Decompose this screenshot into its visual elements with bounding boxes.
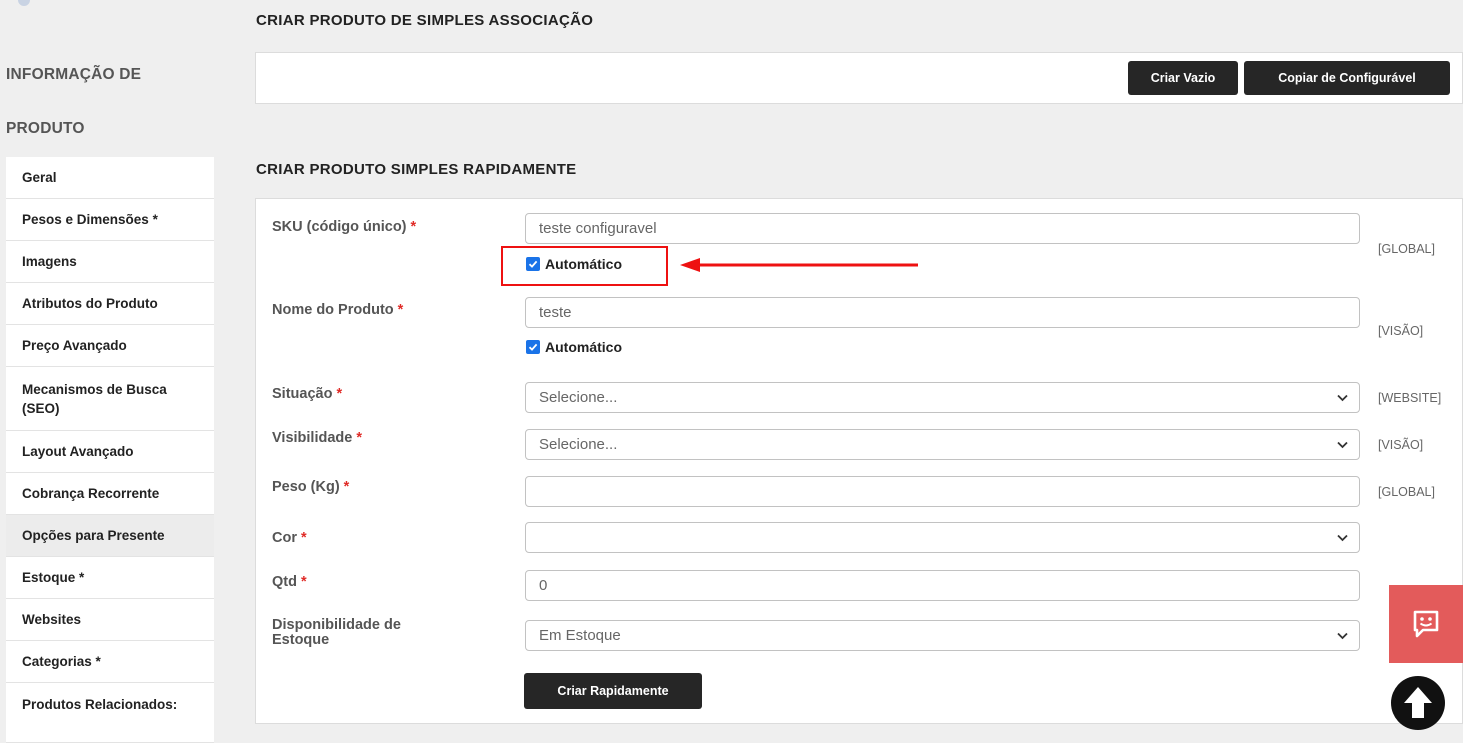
sidebar-item-pesos-dimensoes[interactable]: Pesos e Dimensões *: [6, 199, 214, 241]
checkbox-checked-icon: [526, 340, 540, 354]
weight-label: Peso (Kg) *: [272, 479, 350, 495]
sidebar-item-websites[interactable]: Websites: [6, 599, 214, 641]
status-scope: [WEBSITE]: [1378, 391, 1442, 405]
weight-scope: [GLOBAL]: [1378, 485, 1435, 499]
sku-input[interactable]: teste configuravel: [525, 213, 1360, 244]
name-scope: [VISÃO]: [1378, 324, 1424, 338]
sidebar-nav: Geral Pesos e Dimensões * Imagens Atribu…: [6, 157, 214, 743]
quick-create-title: CRIAR PRODUTO SIMPLES RAPIDAMENTE: [256, 161, 577, 178]
sidebar-title: INFORMAÇÃO DE PRODUTO: [6, 66, 142, 137]
quick-create-button[interactable]: Criar Rapidamente: [524, 673, 702, 709]
product-name-input[interactable]: teste: [525, 297, 1360, 328]
sidebar-item-preco-avancado[interactable]: Preço Avançado: [6, 325, 214, 367]
association-title: CRIAR PRODUTO DE SIMPLES ASSOCIAÇÃO: [256, 12, 594, 29]
visibility-scope: [VISÃO]: [1378, 438, 1424, 452]
weight-input[interactable]: [525, 476, 1360, 507]
sidebar-item-estoque[interactable]: Estoque *: [6, 557, 214, 599]
logo-icon: [18, 0, 30, 6]
product-name-label: Nome do Produto *: [272, 302, 404, 318]
stock-availability-select[interactable]: Em Estoque: [525, 620, 1360, 651]
visibility-select[interactable]: Selecione...: [525, 429, 1360, 460]
visibility-label: Visibilidade *: [272, 430, 362, 446]
name-auto-checkbox[interactable]: Automático: [526, 339, 622, 355]
sidebar-item-produtos-relacionados[interactable]: Produtos Relacionados:: [6, 683, 214, 743]
sidebar-item-imagens[interactable]: Imagens: [6, 241, 214, 283]
sidebar-item-geral[interactable]: Geral: [6, 157, 214, 199]
color-select[interactable]: [525, 522, 1360, 553]
qty-input[interactable]: 0: [525, 570, 1360, 601]
sidebar: INFORMAÇÃO DE PRODUTO Geral Pesos e Dime…: [0, 0, 214, 743]
create-empty-button[interactable]: Criar Vazio: [1128, 61, 1238, 95]
sidebar-item-cobranca-recorrente[interactable]: Cobrança Recorrente: [6, 473, 214, 515]
sidebar-item-opcoes-presente[interactable]: Opções para Presente: [6, 515, 214, 557]
sidebar-item-layout-avancado[interactable]: Layout Avançado: [6, 431, 214, 473]
color-label: Cor *: [272, 530, 307, 546]
highlight-box: [501, 246, 668, 286]
sku-scope: [GLOBAL]: [1378, 242, 1435, 256]
chevron-down-icon: [1337, 534, 1348, 542]
stock-availability-label: Disponibilidade de Estoque: [272, 617, 401, 648]
sku-label: SKU (código único) *: [272, 219, 417, 235]
sidebar-item-seo[interactable]: Mecanismos de Busca (SEO): [6, 367, 214, 431]
sidebar-item-categorias[interactable]: Categorias *: [6, 641, 214, 683]
status-label: Situação *: [272, 386, 343, 402]
chat-button[interactable]: [1389, 585, 1463, 663]
status-select[interactable]: Selecione...: [525, 382, 1360, 413]
chevron-down-icon: [1337, 394, 1348, 402]
chevron-down-icon: [1337, 632, 1348, 640]
annotation-arrow-icon: [680, 258, 918, 272]
sidebar-item-atributos[interactable]: Atributos do Produto: [6, 283, 214, 325]
chevron-down-icon: [1337, 441, 1348, 449]
copy-from-configurable-button[interactable]: Copiar de Configurável: [1244, 61, 1450, 95]
qty-label: Qtd *: [272, 574, 307, 590]
scroll-to-top-button[interactable]: [1390, 675, 1446, 731]
chat-icon: [1413, 610, 1439, 638]
